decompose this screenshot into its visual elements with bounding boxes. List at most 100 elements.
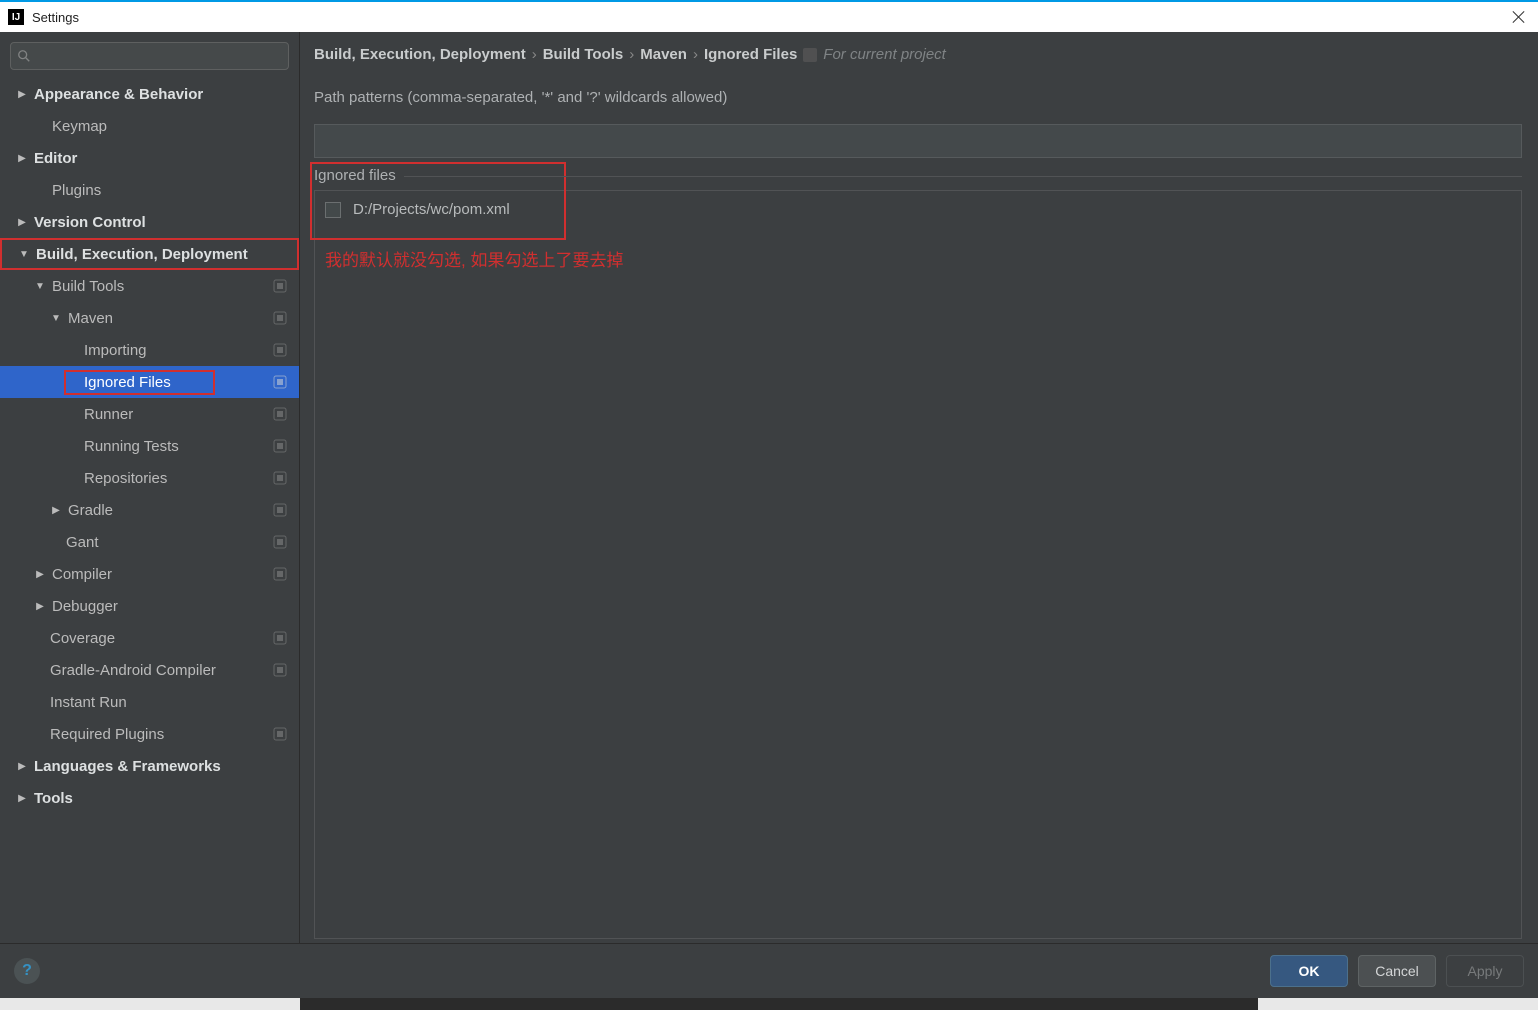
ignored-section: Ignored files D:/Projects/wc/pom.xml 我的默… [314,176,1522,943]
sidebar-item-instant-run[interactable]: Instant Run [0,686,299,718]
sidebar-item-label: Editor [34,150,299,167]
button-label: Cancel [1375,963,1419,979]
titlebar: IJ Settings [0,0,1538,32]
sidebar-item-maven[interactable]: ▼ Maven [0,302,299,334]
sidebar-item-debugger[interactable]: ▶ Debugger [0,590,299,622]
crumb-maven[interactable]: Maven [640,46,687,63]
project-badge-icon [273,311,287,325]
chevron-right-icon: ▶ [34,601,46,612]
sidebar: ▶Appearance & Behavior Keymap ▶ Editor Pl… [0,32,300,943]
ide-statusbar-fragment [0,998,1538,1010]
sidebar-item-running-tests[interactable]: Running Tests [0,430,299,462]
sidebar-item-label: Plugins [52,182,299,199]
sidebar-item-importing[interactable]: Importing [0,334,299,366]
sidebar-item-label: Gradle [68,502,299,519]
sidebar-item-label: Compiler [52,566,299,583]
ignored-file-path: D:/Projects/wc/pom.xml [353,201,510,218]
sidebar-item-plugins[interactable]: Plugins [0,174,299,206]
sidebar-item-label: Tools [34,790,299,807]
sidebar-item-runner[interactable]: Runner [0,398,299,430]
project-badge-icon [273,567,287,581]
project-badge-icon [803,48,817,62]
sidebar-item-gradle-android-compiler[interactable]: Gradle-Android Compiler [0,654,299,686]
chevron-right-icon: ▶ [50,505,62,516]
button-label: Apply [1467,963,1502,979]
chevron-right-icon: › [532,46,537,63]
project-badge-icon [273,535,287,549]
project-badge-icon [273,439,287,453]
close-icon[interactable] [1510,8,1528,26]
project-badge-icon [273,279,287,293]
breadcrumb: Build, Execution, Deployment › Build Too… [314,46,1530,63]
chevron-right-icon: ▶ [16,793,28,804]
dialog-footer: ? OK Cancel Apply [0,943,1538,998]
app-icon: IJ [8,9,24,25]
ignored-file-row[interactable]: D:/Projects/wc/pom.xml [315,191,1521,228]
sidebar-item-label: Instant Run [50,694,299,711]
sidebar-item-label: Required Plugins [50,726,299,743]
sidebar-item-coverage[interactable]: Coverage [0,622,299,654]
search-icon [17,49,31,63]
sidebar-item-label: Keymap [52,118,299,135]
project-badge-icon [273,663,287,677]
cancel-button[interactable]: Cancel [1358,955,1436,987]
patterns-label: Path patterns (comma-separated, '*' and … [314,89,1530,106]
sidebar-item-label: Version Control [34,214,299,231]
sidebar-item-vcs[interactable]: ▶ Version Control [0,206,299,238]
sidebar-item-languages[interactable]: ▶ Languages & Frameworks [0,750,299,782]
content-pane: Build, Execution, Deployment › Build Too… [300,32,1538,943]
patterns-input[interactable] [314,124,1522,158]
ignored-file-checkbox[interactable] [325,202,341,218]
sidebar-item-tools[interactable]: ▶ Tools [0,782,299,814]
sidebar-item-label: Importing [84,342,299,359]
sidebar-item-appearance[interactable]: ▶Appearance & Behavior [0,78,299,110]
sidebar-item-label: Runner [84,406,299,423]
apply-button[interactable]: Apply [1446,955,1524,987]
sidebar-item-gant[interactable]: Gant [0,526,299,558]
sidebar-item-build-execution-deployment[interactable]: ▼Build, Execution, Deployment [0,238,299,270]
chevron-right-icon: ▶ [16,761,28,772]
crumb-buildtools[interactable]: Build Tools [543,46,624,63]
window-title: Settings [32,10,79,25]
chevron-down-icon: ▼ [18,249,30,260]
sidebar-item-build-tools[interactable]: ▼ Build Tools [0,270,299,302]
sidebar-item-compiler[interactable]: ▶ Compiler [0,558,299,590]
sidebar-item-keymap[interactable]: Keymap [0,110,299,142]
chevron-right-icon: ▶ [16,153,28,164]
chevron-right-icon: ▶ [16,217,28,228]
sidebar-item-ignored-files[interactable]: Ignored Files [0,366,299,398]
search-input[interactable] [10,42,289,70]
sidebar-item-label: Languages & Frameworks [34,758,299,775]
sidebar-item-label: Gradle-Android Compiler [50,662,299,679]
sidebar-item-required-plugins[interactable]: Required Plugins [0,718,299,750]
annotation-text: 我的默认就没勾选, 如果勾选上了要去掉 [315,246,1521,271]
sidebar-item-label: Maven [68,310,299,327]
sidebar-item-label: Repositories [84,470,299,487]
chevron-down-icon: ▼ [34,281,46,292]
project-badge-icon [273,407,287,421]
chevron-right-icon: ▶ [34,569,46,580]
chevron-right-icon: › [629,46,634,63]
sidebar-item-label: Gant [66,534,299,551]
sidebar-item-label: Debugger [52,598,299,615]
sidebar-item-label: Build Tools [52,278,299,295]
sidebar-item-repositories[interactable]: Repositories [0,462,299,494]
scope-label: For current project [823,46,946,63]
sidebar-item-gradle[interactable]: ▶ Gradle [0,494,299,526]
sidebar-item-label: Ignored Files [84,374,171,391]
section-divider [404,176,1522,177]
ignored-header: Ignored files [314,167,402,184]
help-button[interactable]: ? [14,958,40,984]
chevron-down-icon: ▼ [50,313,62,324]
project-badge-icon [273,727,287,741]
sidebar-item-label: Coverage [50,630,299,647]
sidebar-item-editor[interactable]: ▶ Editor [0,142,299,174]
project-badge-icon [273,375,287,389]
button-label: OK [1299,963,1320,979]
sidebar-item-label: Running Tests [84,438,299,455]
crumb-build[interactable]: Build, Execution, Deployment [314,46,526,63]
ok-button[interactable]: OK [1270,955,1348,987]
chevron-right-icon: › [693,46,698,63]
ignored-files-list: D:/Projects/wc/pom.xml 我的默认就没勾选, 如果勾选上了要… [314,190,1522,939]
crumb-current: Ignored Files [704,46,797,63]
